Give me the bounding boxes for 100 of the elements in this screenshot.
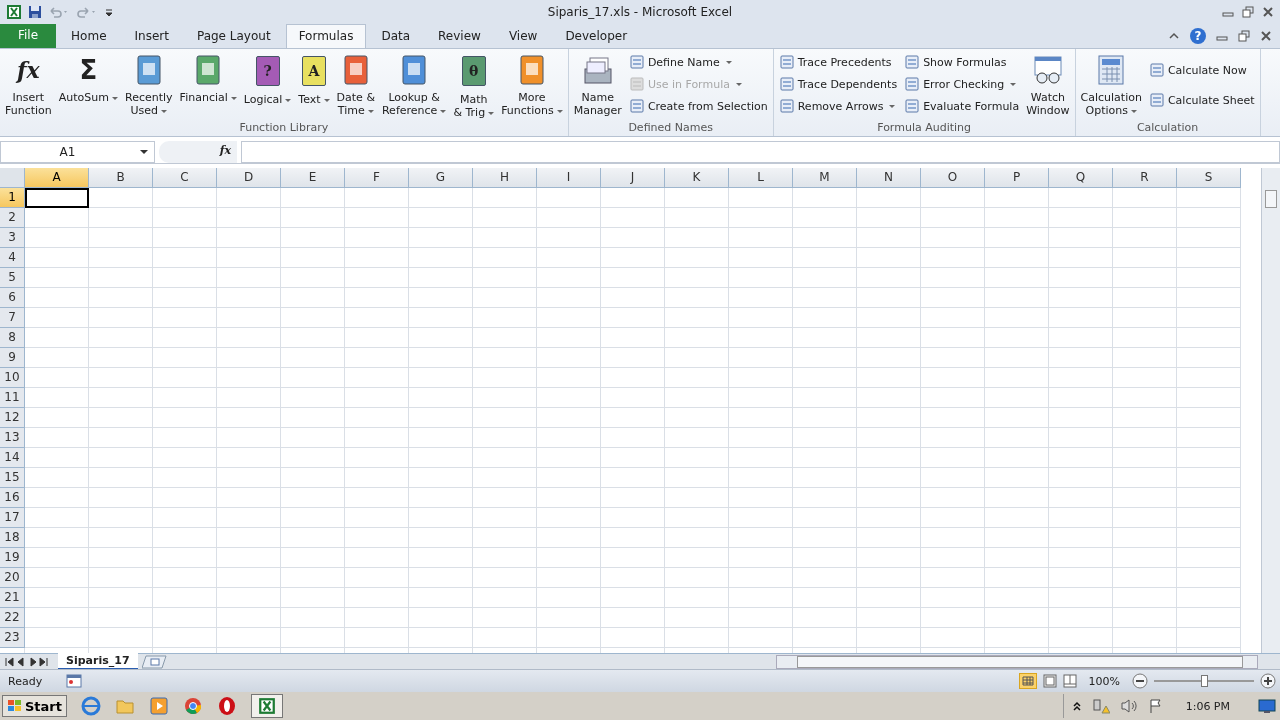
ribbon-button[interactable]: Define Name bbox=[625, 53, 771, 71]
ribbon-button[interactable]: θ Math & Trig bbox=[450, 51, 498, 119]
row-header[interactable]: 10 bbox=[0, 368, 25, 388]
row-header[interactable]: 1 bbox=[0, 188, 25, 208]
column-header[interactable]: J bbox=[601, 168, 665, 188]
ribbon-button[interactable]: Error Checking bbox=[901, 75, 1023, 93]
column-header[interactable]: H bbox=[473, 168, 537, 188]
restore-icon[interactable] bbox=[1242, 6, 1254, 18]
opera-icon[interactable] bbox=[217, 696, 237, 716]
ribbon-tab[interactable]: Home bbox=[58, 24, 120, 48]
row-header[interactable]: 23 bbox=[0, 628, 25, 648]
ribbon-tab[interactable]: Data bbox=[368, 24, 424, 48]
row-header[interactable]: 13 bbox=[0, 428, 25, 448]
row-header[interactable]: 6 bbox=[0, 288, 25, 308]
ribbon-tab[interactable]: Insert bbox=[121, 24, 182, 48]
ribbon-button[interactable]: Calculate Now bbox=[1145, 61, 1258, 79]
function-button[interactable]: fx bbox=[159, 141, 237, 163]
ribbon-button[interactable]: Σ AutoSum bbox=[55, 51, 121, 119]
ribbon-button[interactable]: Trace Dependents bbox=[775, 75, 901, 93]
column-header[interactable]: O bbox=[921, 168, 985, 188]
row-header[interactable]: 17 bbox=[0, 508, 25, 528]
column-header[interactable]: M bbox=[793, 168, 857, 188]
ribbon-button[interactable]: ? Logical bbox=[240, 51, 295, 119]
save-icon[interactable] bbox=[28, 5, 42, 19]
restore-icon[interactable] bbox=[1238, 30, 1250, 42]
ribbon-tab[interactable]: Developer bbox=[552, 24, 641, 48]
ribbon-tab[interactable]: Page Layout bbox=[183, 24, 284, 48]
horizontal-scrollbar[interactable] bbox=[776, 654, 1258, 669]
row-header[interactable]: 8 bbox=[0, 328, 25, 348]
ribbon-tab[interactable]: View bbox=[495, 24, 551, 48]
collapse-ribbon-icon[interactable] bbox=[1168, 31, 1180, 41]
browser-icon[interactable] bbox=[81, 696, 101, 716]
row-header[interactable]: 5 bbox=[0, 268, 25, 288]
column-header[interactable]: R bbox=[1113, 168, 1177, 188]
ribbon-button[interactable]: Watch Window bbox=[1023, 51, 1073, 119]
column-header[interactable]: N bbox=[857, 168, 921, 188]
ribbon-tab[interactable]: Review bbox=[425, 24, 494, 48]
clock[interactable]: 1:06 PM bbox=[1185, 699, 1230, 713]
excel-taskbar-button[interactable] bbox=[251, 694, 283, 718]
row-header[interactable]: 7 bbox=[0, 308, 25, 328]
ribbon-button[interactable]: Show Formulas bbox=[901, 53, 1023, 71]
row-header[interactable]: 20 bbox=[0, 568, 25, 588]
zoom-in-icon[interactable] bbox=[1260, 673, 1276, 689]
file-tab[interactable]: File bbox=[0, 24, 57, 48]
close-icon[interactable] bbox=[1260, 30, 1272, 42]
row-header[interactable]: 14 bbox=[0, 448, 25, 468]
ribbon-button[interactable]: A Text bbox=[295, 51, 333, 119]
chrome-icon[interactable] bbox=[183, 696, 203, 716]
start-button[interactable]: Start bbox=[2, 695, 67, 717]
ribbon-button[interactable]: Financial bbox=[176, 51, 240, 119]
row-header[interactable]: 12 bbox=[0, 408, 25, 428]
ribbon-button[interactable]: Remove Arrows bbox=[775, 97, 901, 115]
row-header[interactable]: 9 bbox=[0, 348, 25, 368]
row-header[interactable]: 4 bbox=[0, 248, 25, 268]
column-header[interactable]: Q bbox=[1049, 168, 1113, 188]
row-header[interactable]: 18 bbox=[0, 528, 25, 548]
new-sheet-icon[interactable] bbox=[141, 654, 168, 669]
ribbon-button[interactable]: fx Insert Function bbox=[2, 51, 55, 119]
close-icon[interactable] bbox=[1262, 6, 1274, 18]
ribbon-button[interactable]: Trace Precedents bbox=[775, 53, 901, 71]
column-header[interactable]: A bbox=[25, 168, 89, 188]
row-header[interactable]: 3 bbox=[0, 228, 25, 248]
column-header[interactable]: G bbox=[409, 168, 473, 188]
row-header[interactable]: 19 bbox=[0, 548, 25, 568]
column-header[interactable]: E bbox=[281, 168, 345, 188]
ribbon-button[interactable]: Evaluate Formula bbox=[901, 97, 1023, 115]
column-header[interactable]: L bbox=[729, 168, 793, 188]
row-header[interactable]: 11 bbox=[0, 388, 25, 408]
vertical-scrollbar[interactable] bbox=[1261, 168, 1280, 653]
slider-thumb[interactable] bbox=[1201, 675, 1208, 687]
ribbon-button[interactable]: Create from Selection bbox=[625, 97, 771, 115]
ribbon-button[interactable]: More Functions bbox=[498, 51, 566, 119]
column-header[interactable]: K bbox=[665, 168, 729, 188]
ribbon-button[interactable]: Recently Used bbox=[122, 51, 176, 119]
column-header[interactable]: D bbox=[217, 168, 281, 188]
ribbon-button[interactable]: Date & Time bbox=[333, 51, 378, 119]
chevron-up-icon[interactable] bbox=[1071, 700, 1082, 712]
ribbon-button[interactable]: Calculation Options bbox=[1077, 51, 1145, 119]
column-header[interactable]: I bbox=[537, 168, 601, 188]
column-header[interactable]: F bbox=[345, 168, 409, 188]
flag-icon[interactable] bbox=[1147, 698, 1164, 714]
macro-record-icon[interactable] bbox=[66, 674, 83, 688]
row-header[interactable]: 21 bbox=[0, 588, 25, 608]
ribbon-button[interactable]: Calculate Sheet bbox=[1145, 91, 1258, 109]
column-header[interactable]: C bbox=[153, 168, 217, 188]
normal-view-icon[interactable] bbox=[1018, 673, 1037, 689]
row-header[interactable]: 2 bbox=[0, 208, 25, 228]
page-layout-icon[interactable] bbox=[1042, 674, 1057, 688]
formula-input[interactable] bbox=[241, 141, 1280, 163]
row-header[interactable]: 16 bbox=[0, 488, 25, 508]
column-header[interactable]: B bbox=[89, 168, 153, 188]
name-box[interactable]: A1 bbox=[0, 141, 155, 163]
help-button[interactable]: ? bbox=[1190, 28, 1206, 44]
column-header[interactable]: P bbox=[985, 168, 1049, 188]
page-break-icon[interactable] bbox=[1062, 674, 1077, 688]
row-header[interactable]: 15 bbox=[0, 468, 25, 488]
row-header[interactable]: 22 bbox=[0, 608, 25, 628]
selected-cell[interactable] bbox=[25, 188, 89, 208]
zoom-level[interactable]: 100% bbox=[1088, 674, 1120, 688]
ribbon-button[interactable]: Lookup & Reference bbox=[378, 51, 450, 119]
